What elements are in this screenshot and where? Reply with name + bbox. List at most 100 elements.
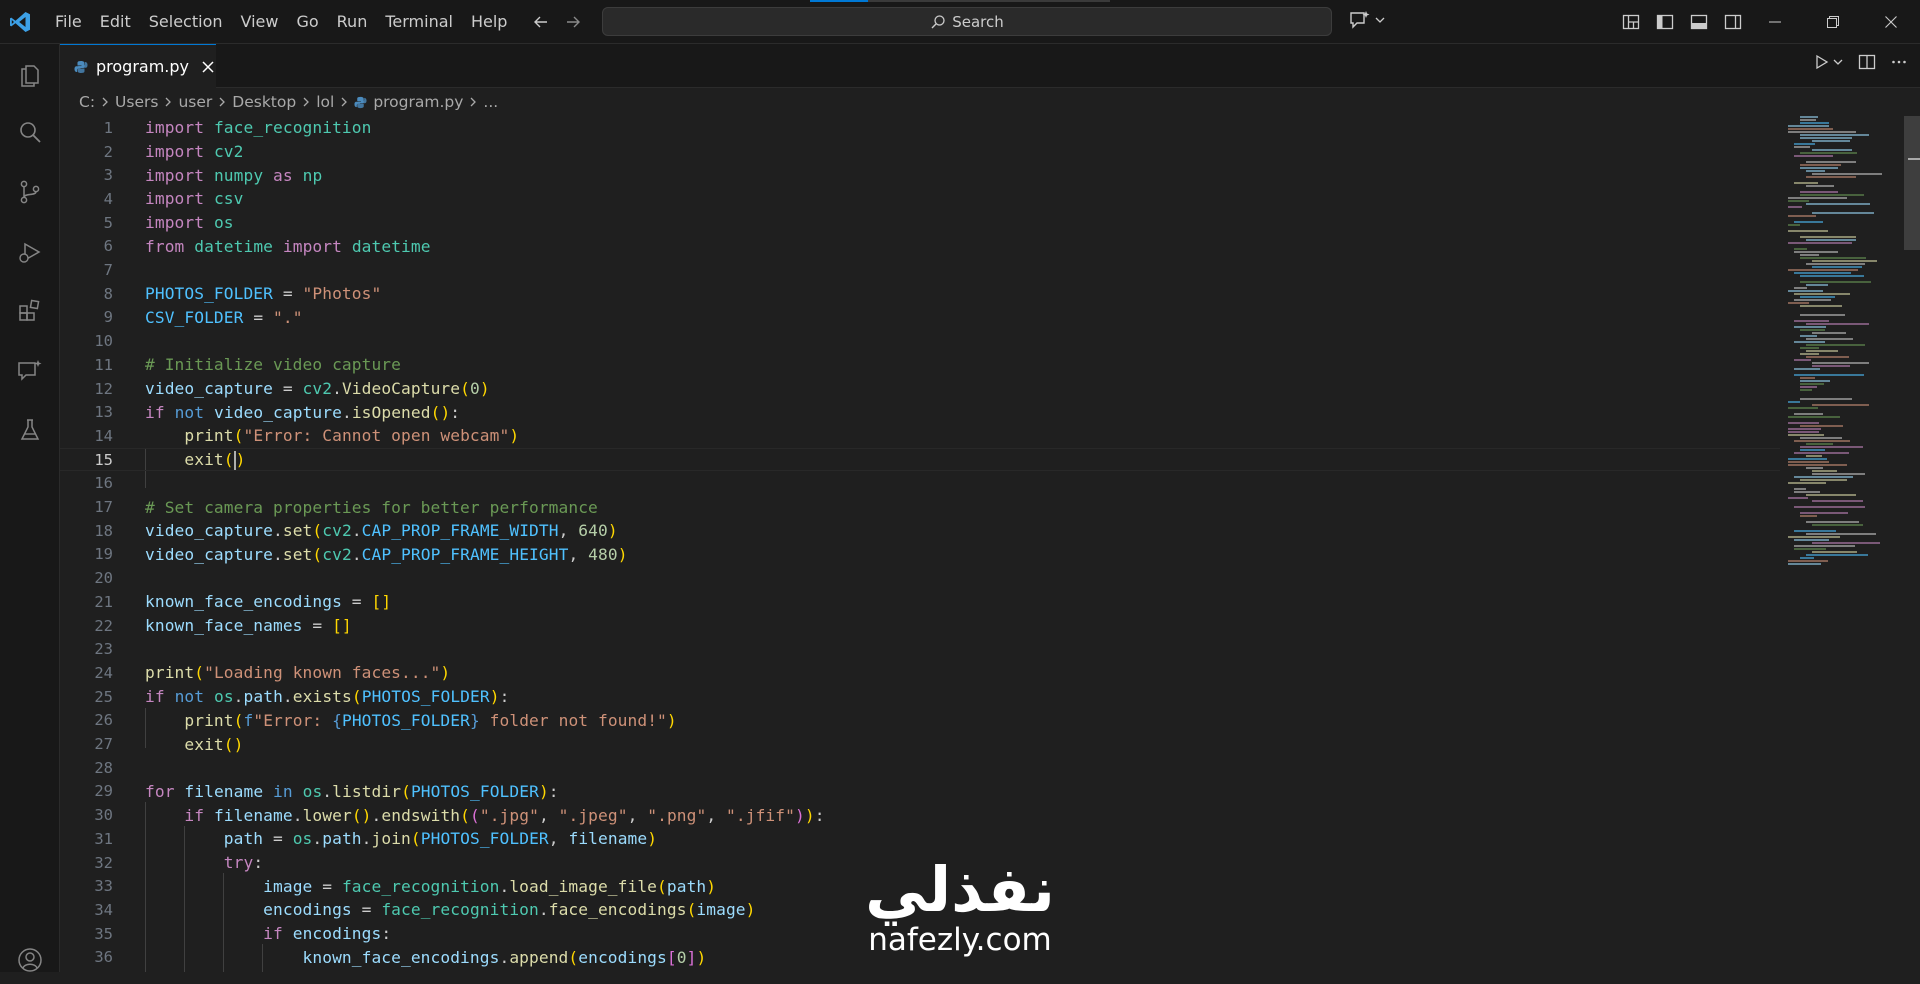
menu-terminal[interactable]: Terminal: [376, 0, 462, 44]
more-actions-button[interactable]: [1890, 53, 1908, 71]
code-line[interactable]: 20: [60, 566, 1780, 590]
code-line[interactable]: 13 if not video_capture.isOpened():: [60, 400, 1780, 424]
minimap-line: [1800, 305, 1842, 307]
code-line[interactable]: 16: [60, 472, 1780, 496]
minimap-line: [1794, 539, 1829, 541]
code-editor[interactable]: 1 import face_recognition 2 import cv2 3 impo…: [60, 116, 1920, 972]
code-line[interactable]: 1 import face_recognition: [60, 116, 1780, 140]
code-line[interactable]: 3 import numpy as np: [60, 163, 1780, 187]
menu-go[interactable]: Go: [287, 0, 327, 44]
breadcrumb-drive[interactable]: C:: [79, 93, 95, 111]
line-number: 19: [94, 545, 113, 564]
toggle-secondary-sidebar-button[interactable]: [1720, 9, 1746, 35]
breadcrumb-user[interactable]: user: [178, 93, 212, 111]
code-line[interactable]: 17 # Set camera properties for better per…: [60, 495, 1780, 519]
minimap-line: [1806, 203, 1870, 205]
run-python-file-button[interactable]: [1812, 53, 1844, 71]
menu-help[interactable]: Help: [462, 0, 516, 44]
toggle-primary-sidebar-button[interactable]: [1652, 9, 1678, 35]
chevron-right-icon: [162, 96, 174, 108]
run-and-debug-button[interactable]: [0, 228, 60, 276]
go-forward-button[interactable]: [560, 9, 586, 35]
line-text: print(f"Error: {PHOTOS_FOLDER} folder no…: [184, 710, 677, 730]
scrollbar-thumb[interactable]: [1904, 116, 1920, 250]
menu-run[interactable]: Run: [328, 0, 377, 44]
minimap[interactable]: [1786, 116, 1896, 586]
code-line[interactable]: 18 video_capture.set(cv2.CAP_PROP_FRAME_W…: [60, 519, 1780, 543]
go-back-button[interactable]: [528, 9, 554, 35]
menu-selection[interactable]: Selection: [140, 0, 232, 44]
minimap-line: [1800, 377, 1815, 379]
menu-file[interactable]: File: [46, 0, 91, 44]
minimap-line: [1806, 263, 1865, 265]
ellipsis-icon: [1892, 60, 1906, 64]
code-line[interactable]: 12 video_capture = cv2.VideoCapture(0): [60, 377, 1780, 401]
line-number: 35: [94, 924, 113, 943]
close-window-button[interactable]: [1862, 0, 1920, 44]
code-line[interactable]: 23: [60, 637, 1780, 661]
breadcrumb-folder[interactable]: lol: [316, 93, 334, 111]
code-line[interactable]: 15 exit(): [60, 447, 1780, 472]
code-line[interactable]: 11 # Initialize video capture: [60, 353, 1780, 377]
search-view-button[interactable]: [0, 108, 60, 156]
menu-view[interactable]: View: [232, 0, 288, 44]
explorer-button[interactable]: [0, 50, 60, 98]
breadcrumb-users[interactable]: Users: [115, 93, 158, 111]
line-text: if not os.path.exists(PHOTOS_FOLDER):: [145, 687, 510, 707]
minimap-line: [1788, 431, 1819, 433]
code-line[interactable]: 25 if not os.path.exists(PHOTOS_FOLDER):: [60, 685, 1780, 709]
line-text: known_face_names = []: [145, 616, 352, 636]
restore-button[interactable]: [1804, 0, 1862, 44]
breadcrumb-desktop[interactable]: Desktop: [232, 93, 296, 111]
code-line[interactable]: 22 known_face_names = []: [60, 614, 1780, 638]
line-text: from datetime import datetime: [145, 236, 431, 256]
chat-button[interactable]: [0, 346, 60, 394]
code-line[interactable]: 26 print(f"Error: {PHOTOS_FOLDER} folder…: [60, 709, 1780, 733]
code-line[interactable]: 30 if filename.lower().endswith((".jpg",…: [60, 803, 1780, 827]
minimize-button[interactable]: [1746, 0, 1804, 44]
line-text: known_face_encodings.append(encodings[0]…: [302, 947, 707, 967]
code-line[interactable]: 21 known_face_encodings = []: [60, 590, 1780, 614]
line-number: 32: [94, 853, 113, 872]
copilot-chat-button[interactable]: [1348, 9, 1386, 31]
code-line[interactable]: 24 print("Loading known faces..."): [60, 661, 1780, 685]
line-number: 30: [94, 806, 113, 825]
toggle-panel-button[interactable]: [1686, 9, 1712, 35]
code-line[interactable]: 31 path = os.path.join(PHOTOS_FOLDER, fi…: [60, 827, 1780, 851]
code-line[interactable]: 7: [60, 258, 1780, 282]
testing-button[interactable]: [0, 406, 60, 454]
menu-edit[interactable]: Edit: [91, 0, 140, 44]
tab-program-py[interactable]: program.py: [60, 44, 216, 88]
vertical-scrollbar[interactable]: [1904, 116, 1920, 972]
line-text: import face_recognition: [145, 118, 372, 138]
code-line[interactable]: 2 import cv2: [60, 140, 1780, 164]
code-line[interactable]: 6 from datetime import datetime: [60, 235, 1780, 259]
code-line[interactable]: 4 import csv: [60, 187, 1780, 211]
source-control-button[interactable]: [0, 168, 60, 216]
minimap-line: [1800, 512, 1848, 514]
customize-layout-button[interactable]: [1618, 9, 1644, 35]
breadcrumb-file[interactable]: program.py: [373, 93, 463, 111]
breadcrumb-symbol[interactable]: ...: [483, 93, 498, 111]
files-icon: [21, 65, 39, 87]
split-editor-button[interactable]: [1858, 53, 1876, 71]
code-line[interactable]: 10: [60, 329, 1780, 353]
code-line[interactable]: 9 CSV_FOLDER = ".": [60, 306, 1780, 330]
code-line[interactable]: 19 video_capture.set(cv2.CAP_PROP_FRAME_H…: [60, 543, 1780, 567]
minimap-line: [1800, 152, 1857, 154]
tab-close-button[interactable]: [201, 60, 215, 74]
line-text: if not video_capture.isOpened():: [145, 402, 461, 422]
code-line[interactable]: 29 for filename in os.listdir(PHOTOS_FOLD…: [60, 780, 1780, 804]
code-line[interactable]: 14 print("Error: Cannot open webcam"): [60, 424, 1780, 448]
code-line[interactable]: 5 import os: [60, 211, 1780, 235]
code-line[interactable]: 27 exit(): [60, 732, 1780, 756]
command-center-search[interactable]: Search: [602, 7, 1332, 36]
minimap-line: [1800, 116, 1818, 118]
python-file-icon: [354, 96, 367, 109]
accounts-button[interactable]: [0, 936, 60, 984]
line-text: exit(): [184, 449, 246, 470]
extensions-button[interactable]: [0, 286, 60, 334]
code-line[interactable]: 28: [60, 756, 1780, 780]
code-line[interactable]: 8 PHOTOS_FOLDER = "Photos": [60, 282, 1780, 306]
menu-bar: File Edit Selection View Go Run Terminal…: [46, 0, 516, 44]
